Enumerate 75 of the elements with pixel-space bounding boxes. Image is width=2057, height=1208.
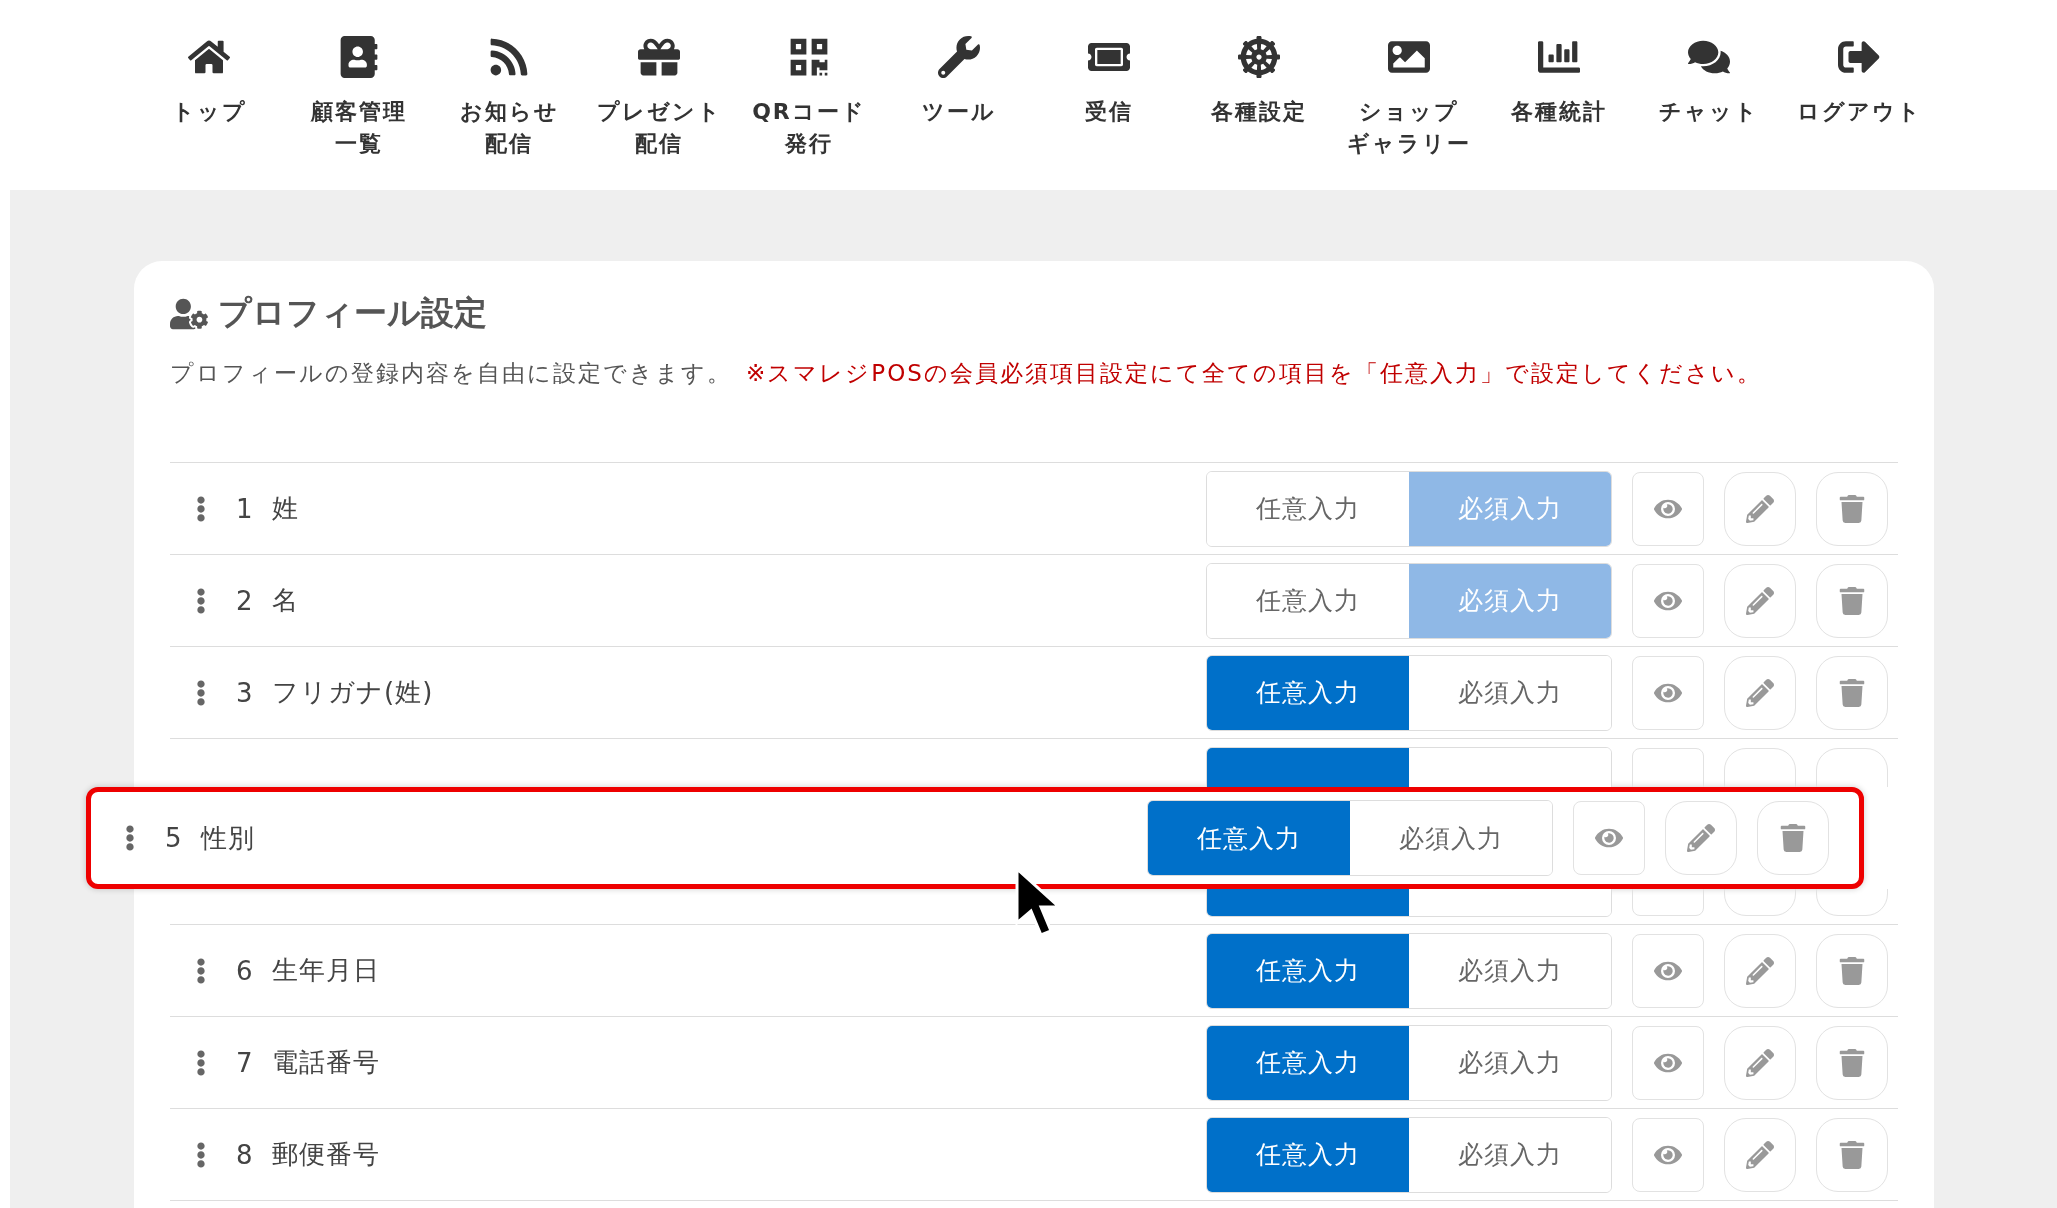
nav-item[interactable]: 受信 [1034, 36, 1184, 128]
visibility-button[interactable] [1632, 655, 1704, 730]
field-name: 性別 [201, 821, 255, 855]
visibility-button[interactable] [1573, 801, 1645, 875]
trash-icon [1838, 586, 1866, 615]
delete-button[interactable] [1757, 801, 1829, 875]
nav-item[interactable]: お知らせ 配信 [434, 36, 584, 160]
pencil-icon [1746, 1140, 1774, 1169]
delete-button[interactable] [1816, 471, 1888, 546]
trash-icon [1838, 494, 1866, 523]
visibility-button[interactable] [1632, 471, 1704, 546]
delete-button[interactable] [1816, 655, 1888, 730]
field-number: 6 [236, 955, 254, 986]
trash-icon [1838, 1048, 1866, 1077]
nav-item[interactable]: QRコード 発行 [734, 36, 884, 160]
panel-description: プロフィールの登録内容を自由に設定できます。 ※スマレジPOSの会員必須項目設定にて全ての項目を「任意入力」で設定してください。 [170, 359, 1763, 388]
pencil-icon [1746, 1048, 1774, 1077]
field-name: 名 [272, 584, 299, 617]
pencil-icon [1687, 824, 1715, 852]
field-number: 1 [236, 493, 254, 524]
mode-toggle-option[interactable]: 任意入力 [1148, 801, 1350, 875]
visibility-button[interactable] [1632, 933, 1704, 1008]
field-name: 生年月日 [272, 954, 380, 987]
mode-toggle-option[interactable]: 任意入力 [1207, 1025, 1409, 1100]
contact-book-icon [338, 36, 380, 78]
delete-button[interactable] [1816, 1025, 1888, 1100]
field-name: フリガナ(姓) [272, 676, 434, 709]
edit-button[interactable] [1724, 471, 1796, 546]
pencil-icon [1746, 494, 1774, 523]
dragged-row-frame[interactable]: 5 性別 任意入力 必須入力 [86, 787, 1864, 889]
delete-button[interactable] [1816, 933, 1888, 1008]
nav-item[interactable]: 顧客管理 一覧 [284, 36, 434, 160]
field-number: 2 [236, 585, 254, 616]
mode-toggle-option[interactable]: 任意入力 [1207, 655, 1409, 730]
edit-button[interactable] [1724, 563, 1796, 638]
visibility-button[interactable] [1632, 1117, 1704, 1192]
visibility-button[interactable] [1632, 1025, 1704, 1100]
trash-icon [1838, 1140, 1866, 1169]
nav-item[interactable]: プレゼント 配信 [584, 36, 734, 160]
trash-icon [1838, 956, 1866, 985]
edit-button[interactable] [1724, 1117, 1796, 1192]
field-name: 姓 [272, 492, 299, 525]
gift-icon [638, 36, 680, 78]
trash-icon [1838, 678, 1866, 707]
nav-item[interactable]: ログアウト [1784, 36, 1934, 128]
wheel-icon [1238, 36, 1280, 78]
mode-toggle-option[interactable]: 任意入力 [1207, 1117, 1409, 1192]
field-number: 3 [236, 677, 254, 708]
visibility-button[interactable] [1632, 563, 1704, 638]
nav-item[interactable]: ツール [884, 36, 1034, 128]
field-name: 電話番号 [272, 1046, 380, 1079]
delete-button[interactable] [1816, 1117, 1888, 1192]
wrench-icon [938, 36, 980, 78]
nav-item[interactable]: 各種統計 [1484, 36, 1634, 128]
field-name: 郵便番号 [272, 1138, 380, 1171]
trash-icon [1779, 824, 1807, 852]
field-number: 5 [165, 823, 183, 853]
edit-button[interactable] [1724, 933, 1796, 1008]
pencil-icon [1746, 586, 1774, 615]
edit-button[interactable] [1724, 655, 1796, 730]
nav-item[interactable]: ショップ ギャラリー [1334, 36, 1484, 160]
panel-title: プロフィール設定 [218, 292, 487, 334]
qr-code-icon [788, 36, 830, 78]
field-number: 8 [236, 1139, 254, 1170]
nav-item[interactable]: チャット [1634, 36, 1784, 128]
field-number: 7 [236, 1047, 254, 1078]
pencil-icon [1746, 678, 1774, 707]
edit-button[interactable] [1724, 1025, 1796, 1100]
delete-button[interactable] [1816, 563, 1888, 638]
edit-button[interactable] [1665, 801, 1737, 875]
nav-item[interactable]: 各種設定 [1184, 36, 1334, 128]
mode-toggle-option[interactable]: 任意入力 [1207, 933, 1409, 1008]
pencil-icon [1746, 956, 1774, 985]
rss-icon [488, 36, 530, 78]
nav-item[interactable]: トップ [134, 36, 284, 128]
